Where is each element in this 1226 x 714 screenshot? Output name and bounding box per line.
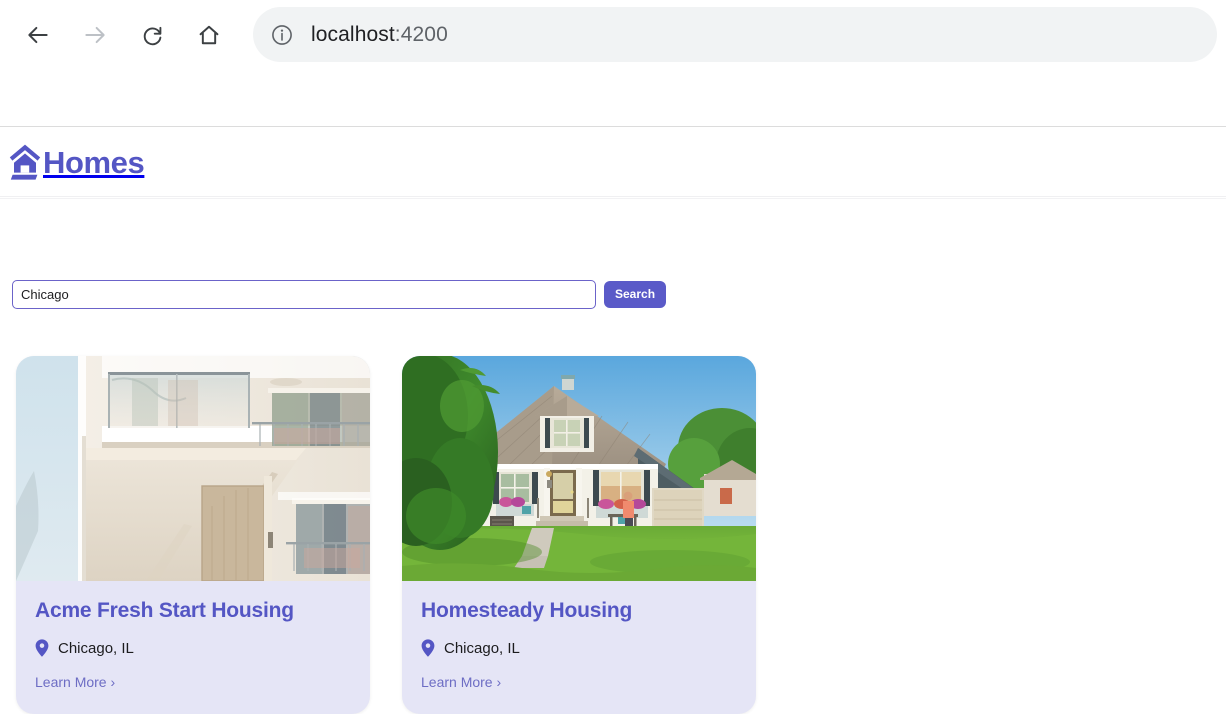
search-form: Search xyxy=(12,280,667,309)
listing-photo-homesteady-housing xyxy=(402,356,756,581)
listing-card[interactable]: Homesteady Housing Chicago, IL Learn Mor… xyxy=(402,356,756,714)
location-pin-icon xyxy=(35,639,49,657)
browser-toolbar: localhost:4200 xyxy=(0,0,1226,70)
listing-location: Chicago, IL xyxy=(35,639,351,657)
listing-title: Homesteady Housing xyxy=(421,599,633,622)
address-bar[interactable]: localhost:4200 xyxy=(253,7,1217,62)
forward-button[interactable] xyxy=(75,15,115,55)
house-logo-icon xyxy=(9,144,41,180)
listing-results: Acme Fresh Start Housing Chicago, IL Lea… xyxy=(16,356,756,714)
listing-card[interactable]: Acme Fresh Start Housing Chicago, IL Lea… xyxy=(16,356,370,714)
listing-card-body: Homesteady Housing Chicago, IL Learn Mor… xyxy=(402,581,756,714)
listing-learn-more-link[interactable]: Learn More › xyxy=(421,674,501,690)
home-icon xyxy=(199,25,219,45)
listing-location: Chicago, IL xyxy=(421,639,737,657)
brand-logo-link[interactable]: Homes xyxy=(8,142,145,182)
search-button[interactable]: Search xyxy=(604,281,667,308)
info-circle-icon[interactable] xyxy=(269,22,295,48)
listing-card-body: Acme Fresh Start Housing Chicago, IL Lea… xyxy=(16,581,370,714)
page-viewport: Homes Search xyxy=(0,70,1226,714)
address-bar-url: localhost:4200 xyxy=(311,23,448,47)
content-top-divider xyxy=(0,198,1226,199)
listing-title: Acme Fresh Start Housing xyxy=(35,599,294,622)
listing-location-text: Chicago, IL xyxy=(58,639,134,657)
listing-location-text: Chicago, IL xyxy=(444,639,520,657)
site-header: Homes xyxy=(0,128,1226,197)
home-button[interactable] xyxy=(189,15,229,55)
url-port: :4200 xyxy=(394,22,448,46)
forward-arrow-icon xyxy=(85,26,105,44)
reload-button[interactable] xyxy=(132,15,172,55)
back-button[interactable] xyxy=(18,15,58,55)
search-input[interactable] xyxy=(12,280,596,309)
listing-photo-acme-fresh-start-housing xyxy=(16,356,370,581)
url-host: localhost xyxy=(311,22,395,46)
main-content: Search xyxy=(0,198,1226,714)
chrome-bookmark-strip xyxy=(0,70,1226,127)
back-arrow-icon xyxy=(28,26,48,44)
listing-learn-more-link[interactable]: Learn More › xyxy=(35,674,115,690)
location-pin-icon xyxy=(421,639,435,657)
reload-icon xyxy=(143,26,161,45)
brand-name: Homes xyxy=(43,144,145,180)
